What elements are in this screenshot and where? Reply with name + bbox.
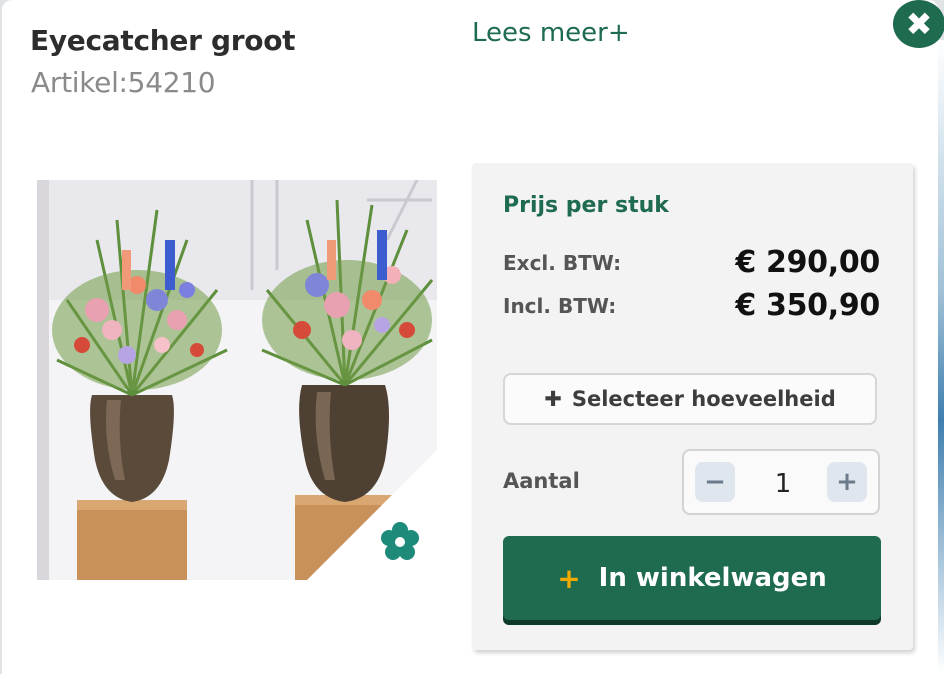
- add-to-cart-label: In winkelwagen: [598, 563, 827, 593]
- select-quantity-label: Selecteer hoeveelheid: [571, 387, 836, 411]
- product-image: [37, 180, 437, 580]
- read-more-link[interactable]: Lees meer+: [472, 18, 630, 48]
- plus-icon: +: [557, 561, 581, 595]
- incl-vat-label: Incl. BTW:: [503, 294, 617, 318]
- excl-vat-price: € 290,00: [735, 245, 880, 280]
- price-heading: Prijs per stuk: [503, 193, 669, 218]
- add-to-cart-button[interactable]: + In winkelwagen: [503, 536, 881, 620]
- close-icon: ✖: [905, 5, 933, 43]
- article-number: Artikel:54210: [31, 66, 216, 99]
- increment-button[interactable]: +: [827, 462, 867, 502]
- product-photo-illustration: [37, 180, 437, 580]
- price-panel: Prijs per stuk Excl. BTW: € 290,00 Incl.…: [472, 163, 913, 650]
- quantity-stepper: − +: [682, 449, 880, 515]
- close-button[interactable]: ✖: [893, 0, 944, 48]
- incl-vat-price: € 350,90: [735, 288, 880, 323]
- background-page-edge: [938, 40, 944, 674]
- minus-icon: −: [704, 467, 726, 497]
- excl-vat-label: Excl. BTW:: [503, 251, 622, 275]
- decrement-button[interactable]: −: [695, 462, 735, 502]
- select-quantity-button[interactable]: ✚ Selecteer hoeveelheid: [503, 373, 877, 425]
- quantity-label: Aantal: [503, 469, 580, 493]
- product-title: Eyecatcher groot: [30, 24, 296, 57]
- quantity-input[interactable]: [746, 465, 820, 503]
- plus-icon: +: [836, 467, 858, 497]
- product-modal: Eyecatcher groot Artikel:54210 Lees meer…: [2, 0, 938, 674]
- plus-icon: ✚: [544, 387, 562, 411]
